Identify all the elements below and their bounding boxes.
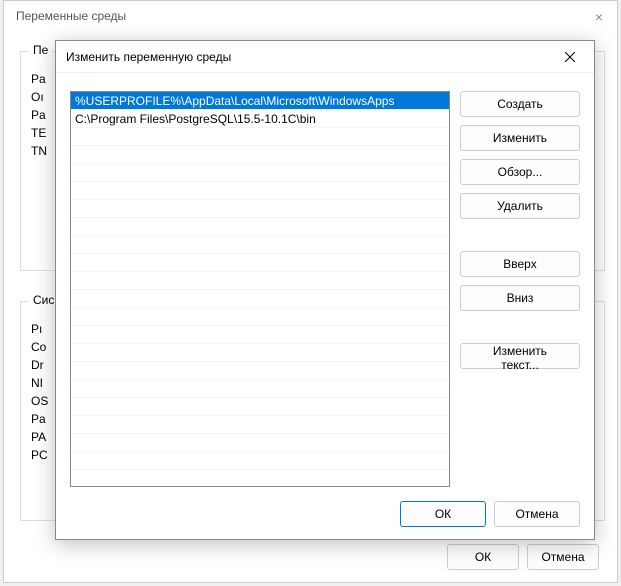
move-up-button[interactable]: Вверх [460, 251, 580, 277]
new-button[interactable]: Создать [460, 91, 580, 117]
bg-cancel-button[interactable]: Отмена [527, 544, 599, 570]
system-vars-label: Сис [29, 293, 58, 307]
modal-cancel-button[interactable]: Отмена [494, 501, 580, 527]
path-row-empty[interactable] [71, 470, 449, 487]
path-row-empty[interactable] [71, 434, 449, 452]
modal-body: %USERPROFILE%\AppData\Local\Microsoft\Wi… [70, 91, 580, 487]
path-row-empty[interactable] [71, 254, 449, 272]
user-vars-label: Пе [29, 43, 52, 57]
modal-ok-button[interactable]: ОК [400, 501, 486, 527]
path-row-empty[interactable] [71, 290, 449, 308]
path-row-empty[interactable] [71, 128, 449, 146]
path-row-empty[interactable] [71, 164, 449, 182]
modal-titlebar: Изменить переменную среды [56, 41, 594, 73]
close-icon [565, 52, 575, 62]
edit-text-button[interactable]: Изменить текст... [460, 343, 580, 369]
path-row-empty[interactable] [71, 182, 449, 200]
path-row-empty[interactable] [71, 380, 449, 398]
bg-ok-button[interactable]: ОК [447, 544, 519, 570]
delete-button[interactable]: Удалить [460, 193, 580, 219]
path-row[interactable]: %USERPROFILE%\AppData\Local\Microsoft\Wi… [71, 92, 449, 110]
modal-title: Изменить переменную среды [66, 50, 556, 64]
path-row-empty[interactable] [71, 146, 449, 164]
path-row-empty[interactable] [71, 362, 449, 380]
path-row-empty[interactable] [71, 398, 449, 416]
path-row-empty[interactable] [71, 200, 449, 218]
close-icon[interactable]: × [589, 7, 609, 27]
edit-env-var-dialog: Изменить переменную среды %USERPROFILE%\… [55, 40, 595, 540]
move-down-button[interactable]: Вниз [460, 285, 580, 311]
path-row-empty[interactable] [71, 326, 449, 344]
path-row-empty[interactable] [71, 416, 449, 434]
edit-button[interactable]: Изменить [460, 125, 580, 151]
path-list[interactable]: %USERPROFILE%\AppData\Local\Microsoft\Wi… [70, 91, 450, 487]
path-row-empty[interactable] [71, 308, 449, 326]
side-buttons: Создать Изменить Обзор... Удалить Вверх … [460, 91, 580, 487]
modal-footer: ОК Отмена [400, 501, 580, 527]
browse-button[interactable]: Обзор... [460, 159, 580, 185]
env-vars-title: Переменные среды [4, 1, 617, 31]
path-row[interactable]: C:\Program Files\PostgreSQL\15.5-10.1C\b… [71, 110, 449, 128]
path-row-empty[interactable] [71, 272, 449, 290]
path-row-empty[interactable] [71, 236, 449, 254]
modal-close-button[interactable] [556, 43, 584, 71]
path-row-empty[interactable] [71, 344, 449, 362]
path-row-empty[interactable] [71, 218, 449, 236]
bg-footer: ОК Отмена [447, 544, 599, 570]
path-row-empty[interactable] [71, 452, 449, 470]
